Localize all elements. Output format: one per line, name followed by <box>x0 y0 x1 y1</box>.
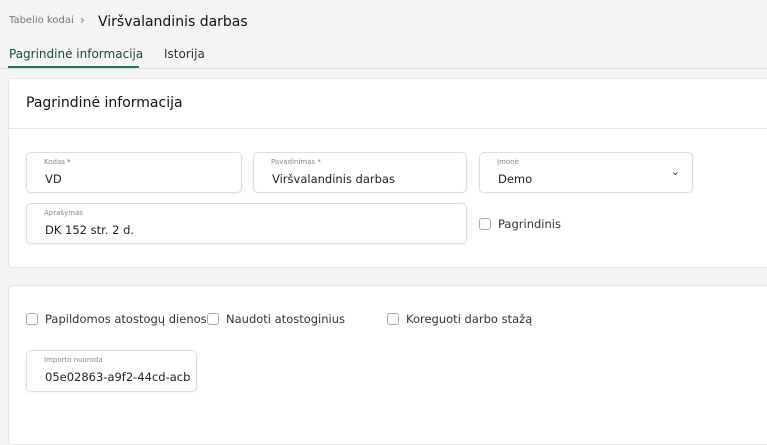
checkbox-box[interactable] <box>387 313 399 325</box>
papildomos-label: Papildomos atostogų dienos <box>45 312 207 326</box>
koreguoti-checkbox[interactable]: Koreguoti darbo stažą <box>387 312 532 326</box>
pagrindinis-label: Pagrindinis <box>498 217 561 231</box>
importo-value: 05e02863-a9f2-44cd-acb <box>45 370 191 384</box>
pavadinimas-value: Viršvalandinis darbas <box>272 172 395 186</box>
imone-label: Įmonė <box>497 158 519 166</box>
pavadinimas-label: Pavadinimas <box>271 158 316 166</box>
pavadinimas-field[interactable]: Pavadinimas * Viršvalandinis darbas <box>253 152 467 193</box>
kodas-value: VD <box>45 172 62 186</box>
kodas-field[interactable]: Kodas * VD <box>26 152 242 193</box>
aprasymas-value: DK 152 str. 2 d. <box>45 223 135 237</box>
importo-nuoroda-field[interactable]: Importo nuoroda 05e02863-a9f2-44cd-acb <box>26 350 197 392</box>
chevron-right-icon: › <box>80 13 85 27</box>
imone-value: Demo <box>498 172 533 186</box>
tab-pagrindine-informacija[interactable]: Pagrindinė informacija <box>9 47 143 61</box>
chevron-down-icon[interactable]: ⌄ <box>671 165 680 178</box>
checkbox-box[interactable] <box>207 313 219 325</box>
papildomos-checkbox[interactable]: Papildomos atostogų dienos <box>26 312 207 326</box>
aprasymas-field[interactable]: Aprašymas DK 152 str. 2 d. <box>26 203 467 244</box>
tab-istorija[interactable]: Istorija <box>164 47 205 61</box>
kodas-label: Kodas <box>44 158 65 166</box>
card-divider <box>9 128 767 129</box>
page-title: Viršvalandinis darbas <box>98 14 248 30</box>
checkbox-box[interactable] <box>479 218 491 230</box>
pagrindinis-checkbox[interactable]: Pagrindinis <box>479 217 561 231</box>
required-mark: * <box>317 158 321 166</box>
tabs-divider <box>0 68 767 69</box>
checkbox-box[interactable] <box>26 313 38 325</box>
imone-select[interactable]: Įmonė Demo ⌄ <box>479 152 693 193</box>
naudoti-checkbox[interactable]: Naudoti atostoginius <box>207 312 345 326</box>
card-title: Pagrindinė informacija <box>26 95 183 111</box>
naudoti-label: Naudoti atostoginius <box>226 312 346 326</box>
koreguoti-label: Koreguoti darbo stažą <box>406 312 533 326</box>
required-mark: * <box>67 158 71 166</box>
importo-label: Importo nuoroda <box>44 356 103 364</box>
aprasymas-label: Aprašymas <box>44 209 83 217</box>
breadcrumb-parent-link[interactable]: Tabelio kodai <box>9 15 74 26</box>
